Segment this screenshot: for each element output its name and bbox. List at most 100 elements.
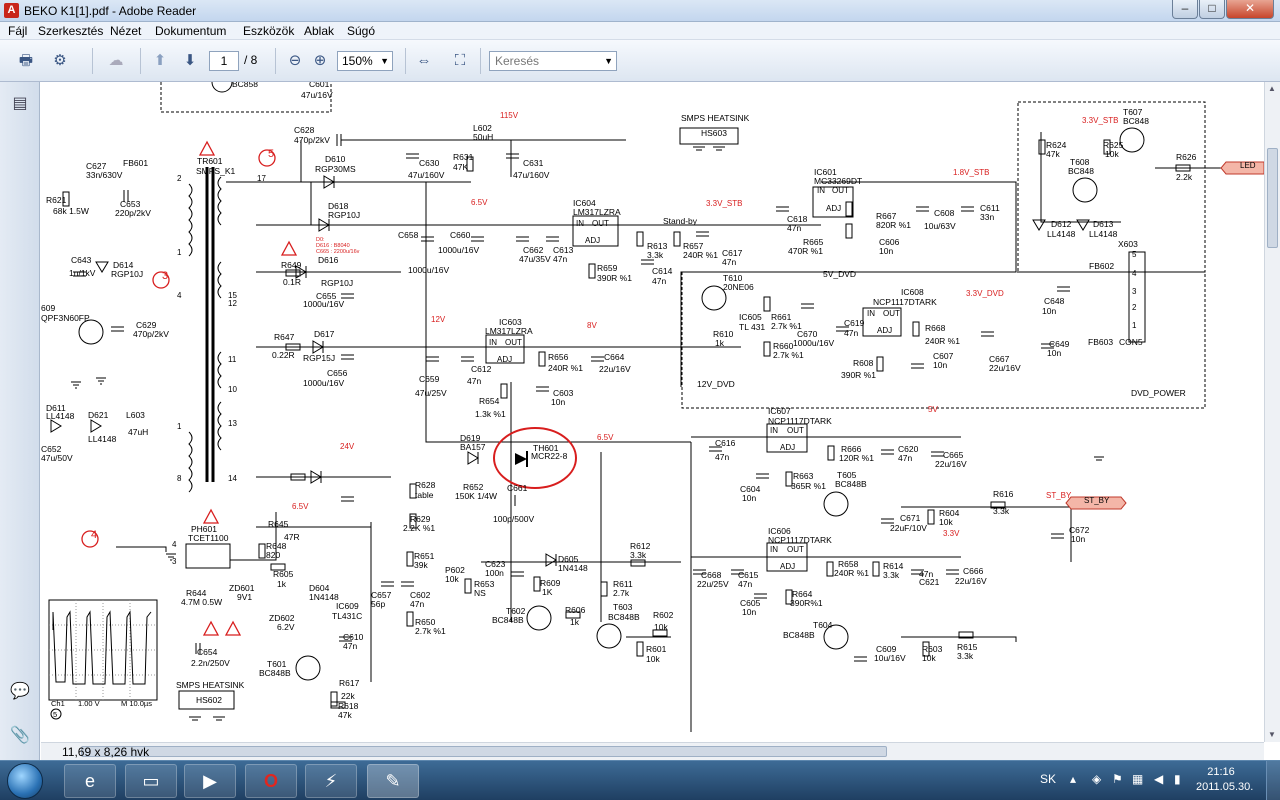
horizontal-scrollbar[interactable] [41,742,1264,760]
component-label: 20NE06 [723,282,754,292]
component-label: RGP10J [321,278,353,288]
next-page-icon[interactable]: ⬇ [178,50,202,72]
language-indicator[interactable]: SK [1040,772,1056,786]
zoom-in-icon[interactable]: ⊕ [308,50,332,72]
previous-page-icon[interactable]: ⬆ [148,50,172,72]
page-number-input[interactable]: 1 [209,51,239,71]
menu-view[interactable]: Nézet [110,24,141,38]
component-label: D612 [1051,219,1072,229]
component-label: C648 [1044,296,1065,306]
component-label: 10n [1071,534,1085,544]
component-label: 5V_DVD [823,269,856,279]
component-label: 47n [553,254,567,264]
component-label: CON5 [1119,337,1143,347]
scroll-thumb[interactable] [1267,148,1278,248]
minimize-button[interactable]: – [1172,0,1198,19]
pages-icon[interactable]: ▤ [8,92,32,116]
component-label: 10n [742,607,756,617]
component-label: QPF3N60FP [41,313,90,323]
component-label: 10u/16V [874,653,906,663]
component-label: RGP15J [303,353,335,363]
adobe-reader-task-icon[interactable]: ✎ [367,764,419,798]
callout-number: 3 [162,270,168,282]
component-label: Stand-by [663,216,698,226]
battery-icon[interactable]: ▮ [1174,772,1181,786]
scroll-thumb[interactable] [81,746,887,757]
component-label: 1n/1kV [69,268,96,278]
vertical-scrollbar[interactable]: ▲ ▼ [1264,82,1280,742]
component-label: 47u/35V [519,254,551,264]
print-icon[interactable]: 🖶 [14,50,38,72]
component-label: 47k [1046,149,1060,159]
component-label: LL4148 [1047,229,1076,239]
attachment-icon[interactable]: 📎 [8,724,32,748]
ic-pin-label: ADJ [780,562,795,571]
close-button[interactable]: ✕ [1226,0,1274,19]
component-label: 1N4148 [558,563,588,573]
volume-icon[interactable]: ◀ [1154,772,1163,786]
title-bar: A BEKO K1[1].pdf - Adobe Reader – □ ✕ [0,0,1280,22]
component-label: DVD_POWER [1131,388,1186,398]
collaborate-icon[interactable]: ☁ [104,50,128,72]
opera-icon[interactable]: O [245,764,297,798]
menu-file[interactable]: Fájl [8,24,27,38]
menu-document[interactable]: Dokumentum [155,24,226,38]
toolbar-separator [275,48,276,74]
component-label: MCR22-8 [531,451,568,461]
fit-page-icon[interactable]: ⛶ [448,50,472,72]
ic-pin-label: OUT [832,186,849,195]
component-label: BC848B [783,630,815,640]
component-label: 240R %1 [683,250,718,260]
component-label: C630 [419,158,440,168]
component-label: 47n [844,328,858,338]
component-label: LL4148 [88,434,117,444]
component-label: 47n [715,452,729,462]
chevron-down-icon: ▼ [604,56,613,66]
component-label: 240R %1 [548,363,583,373]
zoom-select[interactable]: 150% ▼ [337,51,393,71]
component-label: D613 [1093,219,1114,229]
component-label: R628 [415,480,436,490]
document-view[interactable]: C628 470p/2kV D610 RGP30MS L602 50uH C630 47u/1… [41,82,1264,742]
media-player-icon[interactable]: ▶ [184,764,236,798]
pin-number: 14 [228,474,237,483]
scroll-up-icon[interactable]: ▲ [1268,84,1276,93]
component-label: 1k [570,617,580,627]
component-label: 47n [343,641,357,651]
component-label: 10k [445,574,459,584]
winamp-icon[interactable]: ⚡ [305,764,357,798]
internet-explorer-icon[interactable]: e [64,764,116,798]
comments-icon[interactable]: 💬 [8,680,32,704]
menu-help[interactable]: Súgó [347,24,375,38]
toolbar-separator [405,48,406,74]
clock[interactable]: 21:16 2011.05.30. [1196,765,1253,795]
start-button[interactable] [7,763,43,799]
flag-icon[interactable]: ⚑ [1112,772,1123,786]
component-label: R645 [268,519,289,529]
scroll-down-icon[interactable]: ▼ [1268,730,1276,739]
network-icon[interactable]: ◈ [1092,772,1101,786]
menu-tools[interactable]: Eszközök [243,24,294,38]
file-explorer-icon[interactable]: ▭ [125,764,177,798]
share-icon[interactable]: ⚙ [48,50,72,72]
component-label: 470R %1 [788,246,823,256]
menu-window[interactable]: Ablak [304,24,334,38]
component-label: 2.2K %1 [403,523,435,533]
maximize-button[interactable]: □ [1199,0,1225,19]
network-status-icon[interactable]: ▦ [1132,772,1143,786]
pin-number: 13 [228,419,237,428]
component-label: C608 [934,208,955,218]
zoom-out-icon[interactable]: ⊖ [283,50,307,72]
component-label: 100n [485,568,504,578]
menu-edit[interactable]: Szerkesztés [38,24,103,38]
pin-number: 4 [172,540,177,549]
tray-arrow-icon[interactable]: ▴ [1070,772,1076,786]
component-label: C654 [197,647,218,657]
pin-number: 11 [228,355,237,364]
show-desktop-button[interactable] [1266,761,1280,800]
fit-width-icon[interactable]: ⇔ [412,50,436,72]
voltage-label: 3.3V_STB [706,199,742,208]
component-label: 3.3k [993,506,1010,516]
search-input[interactable]: Keresés ▼ [489,51,617,71]
component-label: C612 [471,364,492,374]
